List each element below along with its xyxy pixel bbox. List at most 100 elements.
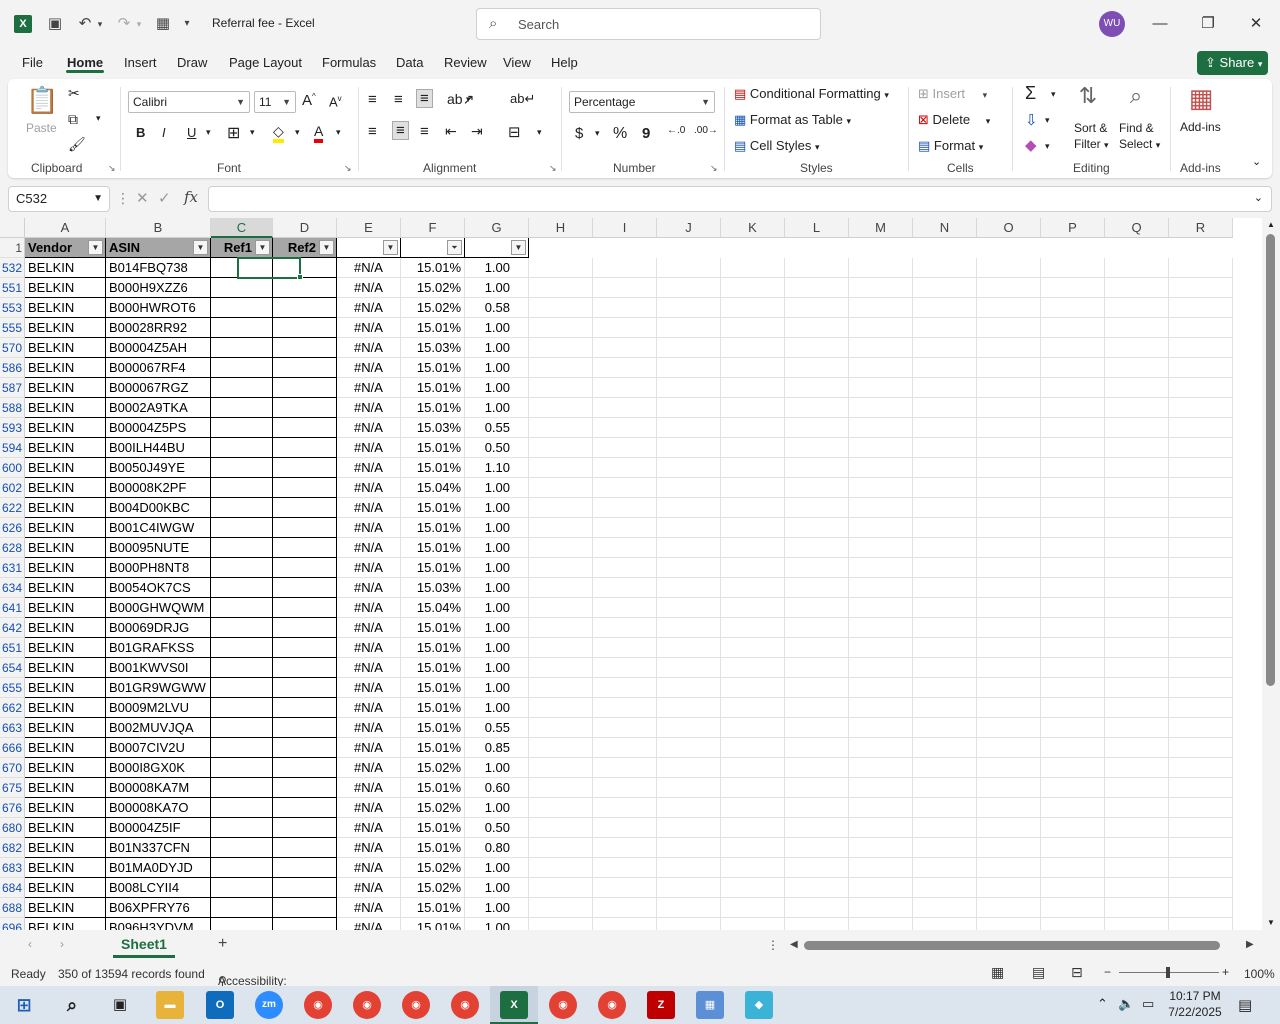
empty-cell[interactable] (1041, 398, 1105, 418)
cell-ref2[interactable] (273, 498, 337, 518)
empty-cell[interactable] (657, 358, 721, 378)
empty-cell[interactable] (593, 538, 657, 558)
row-header[interactable]: 551 (0, 278, 25, 298)
empty-cell[interactable] (849, 798, 913, 818)
vertical-scrollbar[interactable]: ▲ ▼ (1262, 218, 1280, 930)
empty-cell[interactable] (1105, 538, 1169, 558)
cell-vendor[interactable]: BELKIN (25, 878, 106, 898)
empty-cell[interactable] (1041, 898, 1105, 918)
cell-ref2[interactable] (273, 458, 337, 478)
empty-cell[interactable] (529, 398, 593, 418)
column-header-o[interactable]: O (977, 218, 1041, 238)
empty-cell[interactable] (721, 658, 785, 678)
cell-ref2[interactable] (273, 598, 337, 618)
cell-vendor[interactable]: BELKIN (25, 718, 106, 738)
cell-e[interactable]: #N/A (337, 318, 401, 338)
empty-cell[interactable] (1105, 438, 1169, 458)
cell-g[interactable]: 1.10 (465, 458, 529, 478)
cell-e[interactable]: #N/A (337, 618, 401, 638)
cell-ref2[interactable] (273, 378, 337, 398)
row-header[interactable]: 676 (0, 798, 25, 818)
wrap-text-icon[interactable]: ab↵ (510, 91, 535, 107)
column-header-a[interactable]: A (25, 218, 106, 238)
empty-cell[interactable] (1169, 878, 1233, 898)
tab-formulas[interactable]: Formulas (322, 55, 376, 70)
empty-cell[interactable] (721, 318, 785, 338)
cell-f[interactable]: 15.02% (401, 758, 465, 778)
empty-cell[interactable] (849, 818, 913, 838)
empty-cell[interactable] (849, 518, 913, 538)
cell-g[interactable]: 0.50 (465, 438, 529, 458)
cell-ref2[interactable] (273, 838, 337, 858)
page-break-view-icon[interactable]: ⊟ (1071, 964, 1083, 981)
font-color-icon[interactable]: A (314, 123, 324, 143)
empty-cell[interactable] (1041, 798, 1105, 818)
empty-cell[interactable] (529, 858, 593, 878)
empty-cell[interactable] (529, 698, 593, 718)
cell-asin[interactable]: B00004Z5AH (106, 338, 211, 358)
empty-cell[interactable] (913, 818, 977, 838)
empty-cell[interactable] (1169, 458, 1233, 478)
empty-cell[interactable] (657, 498, 721, 518)
empty-cell[interactable] (721, 798, 785, 818)
search-box[interactable]: ⌕ Search (476, 8, 821, 40)
cell-g[interactable]: 1.00 (465, 638, 529, 658)
empty-cell[interactable] (977, 818, 1041, 838)
empty-cell[interactable] (721, 618, 785, 638)
cell-ref1[interactable] (211, 798, 273, 818)
row-header[interactable]: 532 (0, 258, 25, 278)
sort-filter-button[interactable]: Sort & Filter ▾ (1074, 120, 1109, 153)
undo-dropdown-icon[interactable]: ▾ (94, 14, 106, 34)
row-header[interactable]: 628 (0, 538, 25, 558)
empty-cell[interactable] (1105, 638, 1169, 658)
filter-dropdown-icon[interactable]: ▼ (255, 240, 270, 255)
cell-asin[interactable]: B00008KA7M (106, 778, 211, 798)
empty-cell[interactable] (977, 418, 1041, 438)
tab-help[interactable]: Help (551, 55, 578, 70)
cell-e[interactable]: #N/A (337, 538, 401, 558)
empty-cell[interactable] (1169, 498, 1233, 518)
empty-cell[interactable] (1169, 358, 1233, 378)
redo-icon[interactable]: ↷ (113, 14, 135, 34)
empty-cell[interactable] (1105, 718, 1169, 738)
cell-ref1[interactable] (211, 318, 273, 338)
cell-ref2[interactable] (273, 418, 337, 438)
number-format-combo[interactable]: Percentage ▼ (569, 91, 715, 113)
empty-cell[interactable] (1041, 378, 1105, 398)
empty-cell[interactable] (593, 898, 657, 918)
row-header[interactable]: 602 (0, 478, 25, 498)
empty-cell[interactable] (1041, 678, 1105, 698)
calculator-icon[interactable]: ▦ (152, 14, 174, 34)
empty-cell[interactable] (1041, 598, 1105, 618)
empty-cell[interactable] (1041, 618, 1105, 638)
cell-e[interactable]: #N/A (337, 378, 401, 398)
cell-f[interactable]: 15.01% (401, 738, 465, 758)
empty-cell[interactable] (657, 838, 721, 858)
empty-cell[interactable] (785, 538, 849, 558)
row-header[interactable]: 588 (0, 398, 25, 418)
cell-e[interactable]: #N/A (337, 718, 401, 738)
empty-cell[interactable] (849, 898, 913, 918)
empty-cell[interactable] (785, 458, 849, 478)
empty-cell[interactable] (977, 358, 1041, 378)
taskbar-search-icon[interactable]: ⌕ (58, 991, 86, 1019)
empty-cell[interactable] (721, 578, 785, 598)
empty-cell[interactable] (849, 638, 913, 658)
empty-cell[interactable] (593, 258, 657, 278)
empty-cell[interactable] (657, 878, 721, 898)
empty-cell[interactable] (1105, 618, 1169, 638)
empty-cell[interactable] (593, 818, 657, 838)
cell-g[interactable]: 1.00 (465, 358, 529, 378)
tab-view[interactable]: View (503, 55, 531, 70)
cell-ref1[interactable] (211, 478, 273, 498)
row-header[interactable]: 684 (0, 878, 25, 898)
empty-cell[interactable] (977, 738, 1041, 758)
empty-cell[interactable] (657, 818, 721, 838)
column-header-e[interactable]: E (337, 218, 401, 238)
empty-cell[interactable] (1105, 298, 1169, 318)
empty-cell[interactable] (1041, 638, 1105, 658)
paste-button-label[interactable]: Paste (26, 121, 57, 135)
cell-asin[interactable]: B014FBQ738 (106, 258, 211, 278)
clear-dropdown-icon[interactable]: ▾ (1045, 141, 1050, 152)
cell-vendor[interactable]: BELKIN (25, 798, 106, 818)
